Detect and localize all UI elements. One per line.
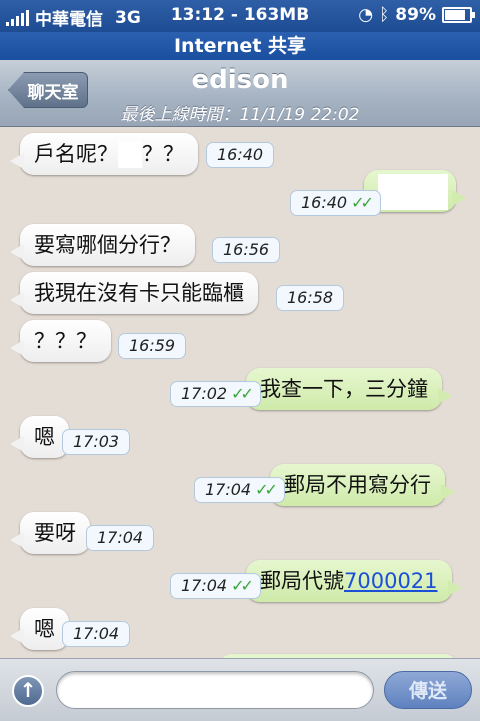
redacted-block [118,142,142,168]
message-time: 17:04 ✓✓ [170,573,261,599]
last-seen: 最後上線時間：11/1/19 22:02 [120,105,360,125]
message-text: 我現在沒有卡只能臨櫃 [34,281,244,305]
message-text-suffix: ？？ [142,142,184,166]
message-time: 17:04 [62,621,131,647]
message-time: 17:04 [86,525,155,551]
message-bubble[interactable]: 要呀 [10,512,90,554]
nav-bar: 聊天室 edison 最後上線時間：11/1/19 22:02 [0,60,480,127]
message-text: 郵局代號 [260,569,344,593]
message-text: 戶名呢？ [34,142,118,166]
message-time: 16:40 ✓✓ [290,190,381,216]
delivered-check-icon: ✓✓ [255,480,278,499]
bluetooth-icon: ᛒ [379,5,390,25]
message-bubble[interactable]: 我查一下，三分鐘 [246,368,452,410]
message-time: 16:56 [212,237,281,263]
message-bubble[interactable]: 我現在沒有卡只能臨櫃 [10,272,258,314]
internet-sharing-bar[interactable]: Internet 共享 [0,32,480,60]
message-time: 17:02 ✓✓ [170,381,261,407]
delivered-check-icon: ✓✓ [231,576,254,595]
message-bubble[interactable]: ？？？ [10,320,111,362]
message-time: 16:59 [118,333,187,359]
message-text: 嗯 [34,425,55,449]
message-text: 郵局不用寫分行 [284,473,431,497]
message-bubble[interactable]: 要寫哪個分行？ [10,224,195,266]
delivered-check-icon: ✓✓ [351,193,374,212]
status-bar: 中華電信 3G 13:12 - 163MB ◔ ᛒ 89% [0,0,480,32]
input-bar: ↑ 傳送 [0,658,480,721]
message-time: 17:04 ✓✓ [194,477,285,503]
battery-icon [442,7,475,23]
message-link[interactable]: 7000021 [344,569,438,593]
message-text: 我查一下，三分鐘 [260,377,428,401]
message-text: 要呀 [34,521,76,545]
upload-arrow-icon[interactable]: ↑ [12,675,44,707]
battery-fill [445,10,465,20]
battery-percent: 89% [395,5,436,25]
message-bubble[interactable]: 郵局代號7000021 [246,560,462,602]
message-time: 16:58 [276,285,345,311]
message-text: 要寫哪個分行？ [34,233,181,257]
message-text: ？？？ [34,329,97,353]
redacted-block [378,174,448,210]
message-time: 17:03 [62,429,131,455]
message-bubble[interactable]: 郵局不用寫分行 [270,464,455,506]
delivered-check-icon: ✓✓ [231,384,254,403]
message-bubble[interactable]: 戶名呢？ ？？ [10,133,198,175]
message-text: 嗯 [34,617,55,641]
contact-name: edison [191,65,289,95]
message-time: 16:40 [206,142,275,168]
clock-icon: ◔ [358,5,374,25]
message-input[interactable] [56,671,374,709]
chat-area[interactable]: 戶名呢？ ？？ 16:40 16:40 ✓✓ 要寫哪個分行？ 16:56 我現在沒有… [0,126,480,658]
send-button[interactable]: 傳送 [384,671,472,709]
